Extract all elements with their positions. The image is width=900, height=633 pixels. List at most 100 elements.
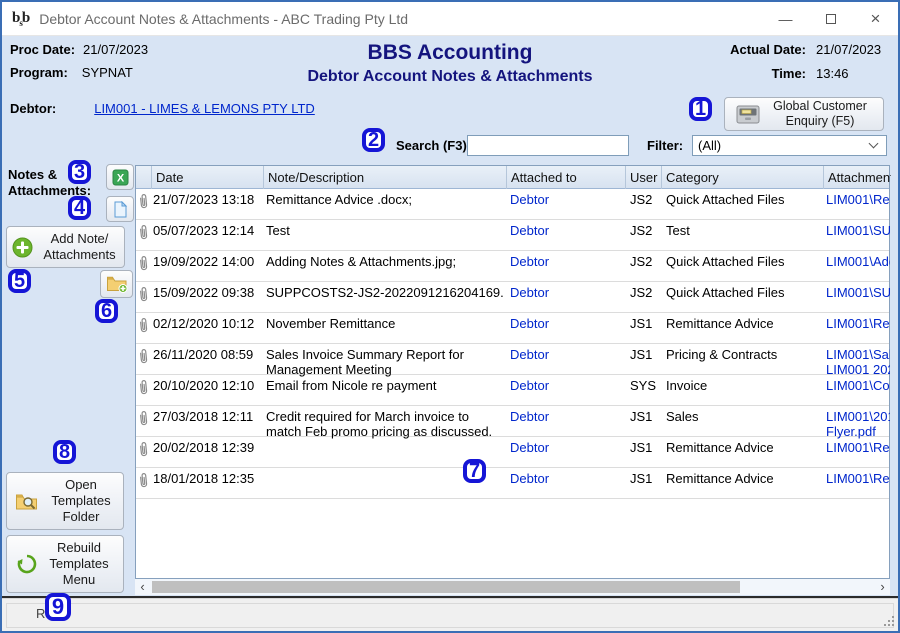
header-category[interactable]: Category — [661, 166, 823, 189]
cell-date: 21/07/2023 13:18 — [153, 192, 263, 207]
table-row[interactable]: 20/10/2020 12:10 Email from Nicole re pa… — [136, 375, 889, 406]
cell-date: 26/11/2020 08:59 — [153, 347, 263, 362]
cell-category: Remittance Advice — [666, 440, 824, 455]
status-text: R — [36, 606, 45, 621]
table-row[interactable]: 15/09/2022 09:38 SUPPCOSTS2-JS2-20220912… — [136, 282, 889, 313]
cell-attached-to-link[interactable]: Debtor — [510, 347, 625, 362]
cell-note: Credit required for March invoice to mat… — [266, 409, 504, 440]
table-row[interactable]: 18/01/2018 12:35 Debtor JS1 Remittance A… — [136, 468, 889, 499]
export-excel-button[interactable]: X — [106, 164, 134, 190]
cell-attachment-link[interactable]: LIM001\Rem — [826, 471, 890, 486]
cell-category: Sales — [666, 409, 824, 424]
new-document-button[interactable] — [106, 196, 134, 222]
search-input[interactable] — [467, 135, 629, 156]
minimize-icon[interactable]: — — [763, 2, 808, 35]
cell-attached-to-link[interactable]: Debtor — [510, 440, 625, 455]
paperclip-icon — [138, 224, 152, 244]
table-row[interactable]: 19/09/2022 14:00 Adding Notes & Attachme… — [136, 251, 889, 282]
table-row[interactable]: 26/11/2020 08:59 Sales Invoice Summary R… — [136, 344, 889, 375]
cell-date: 20/10/2020 12:10 — [153, 378, 263, 393]
cell-attached-to-link[interactable]: Debtor — [510, 223, 625, 238]
close-icon[interactable]: × — [853, 2, 898, 35]
callout-6: 6 — [95, 299, 118, 323]
filter-select[interactable]: (All) — [692, 135, 887, 156]
cell-attachment-link[interactable]: LIM001\Sale LIM001 202 — [826, 347, 890, 378]
cell-user: JS2 — [630, 254, 664, 269]
cell-attached-to-link[interactable]: Debtor — [510, 378, 625, 393]
cell-attached-to-link[interactable]: Debtor — [510, 192, 625, 207]
folder-add-icon — [106, 275, 128, 293]
cell-attachment-link[interactable]: LIM001\Add — [826, 254, 890, 269]
cell-attachment-link[interactable]: LIM001\Rem — [826, 440, 890, 455]
table-row[interactable]: 02/12/2020 10:12 November Remittance Deb… — [136, 313, 889, 344]
cell-attached-to-link[interactable]: Debtor — [510, 254, 625, 269]
scrollbar-thumb[interactable] — [152, 581, 740, 593]
callout-1: 1 — [689, 97, 712, 121]
global-customer-enquiry-label: Global Customer Enquiry (F5) — [768, 99, 872, 129]
add-note-attachments-button[interactable]: Add Note/ Attachments — [6, 226, 125, 268]
attach-file-button[interactable] — [100, 270, 133, 298]
cell-user: JS1 — [630, 316, 664, 331]
header-icon-column[interactable] — [136, 166, 151, 189]
cell-note: Sales Invoice Summary Report for Managem… — [266, 347, 504, 378]
cell-attached-to-link[interactable]: Debtor — [510, 471, 625, 486]
header-attachment[interactable]: Attachment — [823, 166, 891, 189]
title-bar: bsb Debtor Account Notes & Attachments -… — [2, 2, 898, 36]
open-templates-folder-label: Open Templates Folder — [47, 477, 115, 526]
table-row[interactable]: 20/02/2018 12:39 Debtor JS1 Remittance A… — [136, 437, 889, 468]
paperclip-icon — [138, 286, 152, 306]
cell-category: Quick Attached Files — [666, 192, 824, 207]
cell-category: Quick Attached Files — [666, 254, 824, 269]
cell-user: JS1 — [630, 440, 664, 455]
svg-text:X: X — [116, 172, 124, 184]
cell-attachment-link[interactable]: LIM001\Rem — [826, 192, 890, 207]
header-user[interactable]: User — [625, 166, 661, 189]
cell-note: Remittance Advice .docx; — [266, 192, 504, 207]
header-attached-to[interactable]: Attached to — [506, 166, 625, 189]
card-file-icon — [736, 105, 760, 124]
paperclip-icon — [138, 410, 152, 430]
recycle-icon — [17, 554, 37, 574]
cell-date: 15/09/2022 09:38 — [153, 285, 263, 300]
cell-attachment-link[interactable]: LIM001\SUP — [826, 285, 890, 300]
time-label: Time: — [730, 66, 806, 81]
debtor-label: Debtor: — [10, 101, 56, 116]
debtor-link[interactable]: LIM001 - LIMES & LEMONS PTY LTD — [94, 101, 315, 116]
cell-attachment-link[interactable]: LIM001\Con — [826, 378, 890, 393]
cell-attached-to-link[interactable]: Debtor — [510, 316, 625, 331]
cell-date: 18/01/2018 12:35 — [153, 471, 263, 486]
header-date[interactable]: Date — [151, 166, 263, 189]
cell-date: 19/09/2022 14:00 — [153, 254, 263, 269]
rebuild-templates-menu-button[interactable]: Rebuild Templates Menu — [6, 535, 124, 593]
cell-user: JS1 — [630, 409, 664, 424]
table-row[interactable]: 21/07/2023 13:18 Remittance Advice .docx… — [136, 189, 889, 220]
app-window: bsb Debtor Account Notes & Attachments -… — [0, 0, 900, 633]
paperclip-icon — [138, 441, 152, 461]
callout-8: 8 — [53, 440, 76, 464]
scroll-left-icon[interactable]: ‹ — [135, 579, 150, 595]
callout-4: 4 — [68, 196, 91, 220]
open-templates-folder-button[interactable]: Open Templates Folder — [6, 472, 124, 530]
maximize-icon[interactable] — [808, 2, 853, 35]
cell-category: Test — [666, 223, 824, 238]
cell-attachment-link[interactable]: LIM001\Rem — [826, 316, 890, 331]
cell-note: Email from Nicole re payment — [266, 378, 504, 393]
header-note-description[interactable]: Note/Description — [263, 166, 506, 189]
horizontal-scrollbar[interactable]: ‹ › — [135, 579, 890, 595]
actual-date-label: Actual Date: — [730, 42, 806, 57]
global-customer-enquiry-button[interactable]: Global Customer Enquiry (F5) — [724, 97, 884, 131]
resize-grip[interactable] — [884, 616, 894, 626]
cell-attached-to-link[interactable]: Debtor — [510, 409, 625, 424]
scroll-right-icon[interactable]: › — [875, 579, 890, 595]
cell-attachment-link[interactable]: LIM001\SUP — [826, 223, 890, 238]
paperclip-icon — [138, 317, 152, 337]
cell-attached-to-link[interactable]: Debtor — [510, 285, 625, 300]
excel-icon: X — [112, 169, 129, 186]
cell-user: JS1 — [630, 471, 664, 486]
paperclip-icon — [138, 193, 152, 213]
table-row[interactable]: 05/07/2023 12:14 Test Debtor JS2 Test LI… — [136, 220, 889, 251]
table-row[interactable]: 27/03/2018 12:11 Credit required for Mar… — [136, 406, 889, 437]
cell-attachment-link[interactable]: LIM001\201 Flyer.pdf — [826, 409, 890, 440]
paperclip-icon — [138, 255, 152, 275]
time-value: 13:46 — [816, 66, 888, 81]
